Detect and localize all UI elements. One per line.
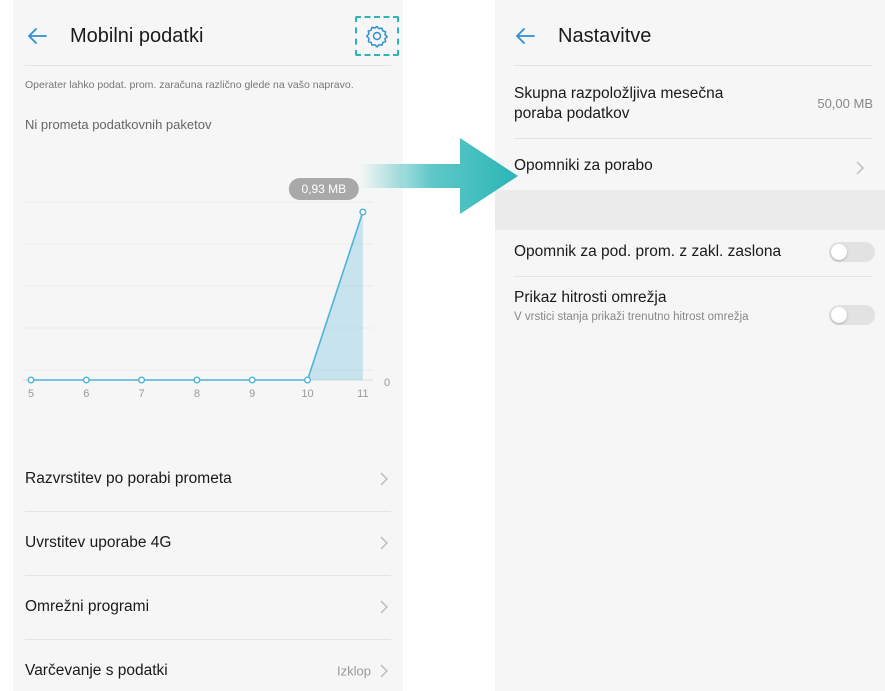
list-item-label: Omrežni programi: [25, 598, 150, 615]
x-tick-label: 10: [301, 388, 313, 400]
x-tick-label: 11: [357, 388, 368, 400]
data-saver-status: Izklop: [337, 663, 371, 679]
data-point: [82, 376, 90, 384]
divider: [25, 65, 391, 66]
chevron-right-icon: [380, 536, 388, 550]
divider: [514, 138, 873, 139]
section-gap: [495, 190, 885, 230]
chevron-right-icon: [380, 600, 388, 614]
list-item-label: Razvrstitev po porabi prometa: [25, 470, 232, 487]
lockscreen-reminder-item: Opomnik za pod. prom. z zakl. zaslona: [514, 242, 873, 268]
chevron-right-icon: [856, 161, 864, 175]
x-tick-label: 8: [194, 388, 200, 400]
chevron-right-icon: [380, 664, 388, 678]
list-item-label: Uvrstitev uporabe 4G: [25, 534, 172, 551]
usage-line: [31, 211, 364, 381]
back-arrow-icon[interactable]: [513, 24, 537, 48]
data-point: [193, 376, 201, 384]
page-title: Mobilni podatki: [70, 25, 204, 47]
list-item-data-saver[interactable]: Varčevanje s podatki Izklop: [25, 639, 391, 691]
app-bar: Mobilni podatki: [13, 16, 403, 58]
page-title: Nastavitve: [558, 25, 652, 47]
x-tick-label: 5: [28, 388, 34, 400]
monthly-limit-value: 50,00 MB: [817, 96, 873, 111]
network-speed-toggle[interactable]: [829, 305, 875, 325]
lockscreen-reminder-toggle[interactable]: [829, 242, 875, 262]
data-point: [304, 376, 312, 384]
usage-reminders-label: Opomniki za porabo: [514, 157, 653, 174]
network-speed-label: Prikaz hitrosti omrežja: [514, 289, 667, 306]
no-package-text: Ni prometa podatkovnih paketov: [25, 117, 212, 132]
data-point: [27, 376, 35, 384]
x-tick-label: 7: [139, 388, 145, 400]
toggle-knob: [831, 307, 847, 323]
network-speed-description: V vrstici stanja prikaži trenutno hitros…: [514, 311, 749, 323]
monthly-limit-label: Skupna razpoložljiva mesečna poraba poda…: [514, 85, 724, 122]
settings-screen: Nastavitve Skupna razpoložljiva mesečna …: [495, 0, 885, 691]
x-tick-label: 6: [83, 388, 89, 400]
x-tick-label: 9: [249, 388, 255, 400]
usage-area: [31, 212, 363, 380]
list-item-network-apps[interactable]: Omrežni programi: [25, 575, 391, 640]
divider: [514, 65, 873, 66]
value-callout-label: 0,93 MB: [301, 182, 346, 196]
chevron-right-icon: [380, 472, 388, 486]
network-speed-item: Prikaz hitrosti omrežja V vrstici stanja…: [514, 288, 873, 348]
app-bar: Nastavitve: [495, 18, 885, 58]
data-usage-chart: 5 6 7 8 9 10 11 0 0,93 MB: [23, 178, 390, 400]
list-item-usage-ranking[interactable]: Razvrstitev po porabi prometa: [25, 447, 391, 512]
usage-reminders-item[interactable]: Opomniki za porabo: [514, 156, 873, 182]
data-point: [138, 376, 146, 384]
divider: [514, 276, 873, 277]
lockscreen-reminder-label: Opomnik za pod. prom. z zakl. zaslona: [514, 243, 782, 260]
y-zero-label: 0: [384, 377, 390, 389]
operator-note: Operater lahko podat. prom. zaračuna raz…: [25, 79, 354, 91]
back-arrow-icon[interactable]: [25, 24, 49, 48]
list-item-4g-usage[interactable]: Uvrstitev uporabe 4G: [25, 511, 391, 576]
toggle-knob: [831, 244, 847, 260]
gear-icon: [365, 25, 388, 48]
settings-button[interactable]: [355, 16, 399, 56]
list-item-label: Varčevanje s podatki: [25, 662, 168, 679]
transition-arrow-icon: [360, 138, 518, 214]
mobile-data-screen: Mobilni podatki Operater lahko podat. pr…: [13, 0, 403, 691]
monthly-limit-item[interactable]: Skupna razpoložljiva mesečna poraba poda…: [514, 84, 873, 128]
data-point: [248, 376, 256, 384]
